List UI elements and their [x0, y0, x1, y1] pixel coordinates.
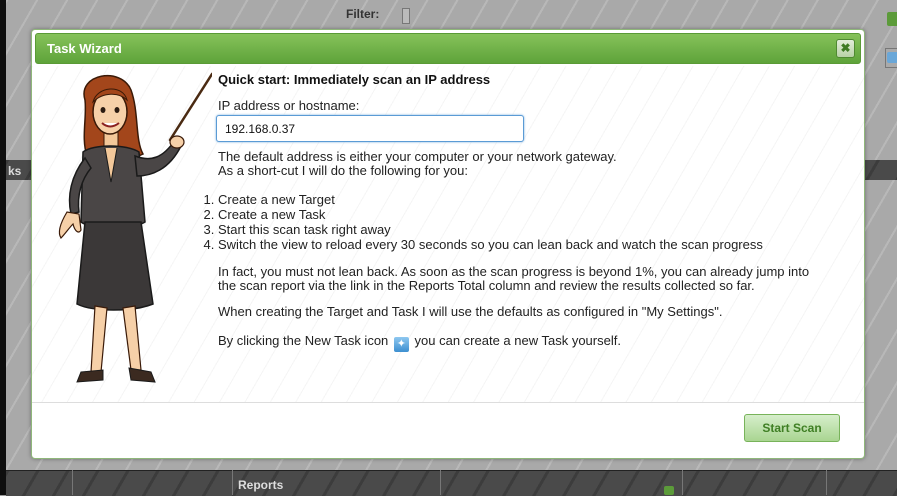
- defaults-note: When creating the Target and Task I will…: [218, 304, 723, 319]
- column-divider: [682, 470, 683, 495]
- step-item: Create a new Target: [218, 192, 763, 207]
- dialog-title: Task Wizard: [47, 41, 122, 56]
- ip-address-input[interactable]: [216, 115, 524, 142]
- new-task-note-prefix: By clicking the New Task icon: [218, 333, 389, 348]
- column-divider: [72, 470, 73, 495]
- step-item: Create a new Task: [218, 207, 763, 222]
- column-header-reports[interactable]: Reports: [238, 478, 283, 492]
- step-item: Switch the view to reload every 30 secon…: [218, 237, 763, 252]
- new-task-note: By clicking the New Task icon ✦ you can …: [218, 334, 621, 352]
- column-icon: [664, 486, 674, 495]
- default-address-note: The default address is either your compu…: [218, 149, 617, 164]
- new-task-note-suffix: you can create a new Task yourself.: [414, 333, 621, 348]
- column-divider: [826, 470, 827, 495]
- ip-label: IP address or hostname:: [218, 98, 360, 113]
- filter-input[interactable]: [402, 8, 410, 24]
- table-header-bar: [6, 470, 897, 496]
- new-task-toolbar-icon[interactable]: [887, 52, 897, 63]
- wizard-heading: Quick start: Immediately scan an IP addr…: [218, 72, 491, 87]
- close-icon[interactable]: ✖: [836, 39, 855, 58]
- steps-list: Create a new Target Create a new Task St…: [201, 192, 763, 252]
- presenter-illustration: [58, 72, 212, 383]
- filter-label: Filter:: [346, 7, 380, 21]
- start-scan-button[interactable]: Start Scan: [744, 414, 840, 442]
- footer-divider: [32, 402, 864, 403]
- dialog-titlebar[interactable]: Task Wizard ✖: [35, 33, 861, 64]
- refresh-icon[interactable]: [887, 12, 897, 26]
- new-task-icon[interactable]: ✦: [393, 337, 409, 352]
- lean-back-note-line2: the scan report via the link in the Repo…: [218, 278, 755, 293]
- task-wizard-dialog: Task Wizard ✖ Quick start: Immediately s…: [31, 29, 865, 459]
- step-item: Start this scan task right away: [218, 222, 763, 237]
- column-divider: [440, 470, 441, 495]
- lean-back-note-line1: In fact, you must not lean back. As soon…: [218, 264, 810, 279]
- section-header-label: ks: [8, 164, 22, 178]
- column-divider: [232, 470, 233, 495]
- shortcut-note: As a short-cut I will do the following f…: [218, 163, 469, 178]
